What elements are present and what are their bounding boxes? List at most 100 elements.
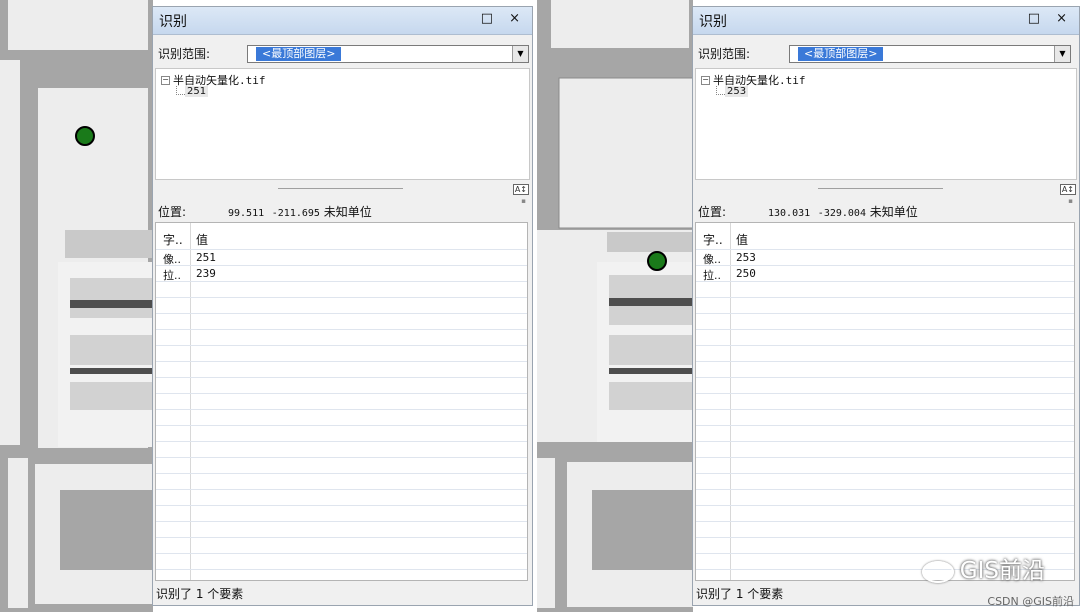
map-canvas-left[interactable]	[0, 0, 153, 612]
table-row[interactable]: 像.. 251	[156, 250, 527, 266]
empty-row	[156, 554, 527, 570]
window-title: 识别	[159, 14, 187, 30]
row-field: 拉..	[163, 269, 181, 282]
identify-window: 识别 □ × 识别范围: <最顶部图层> ▼ − 半自动矢量化.tif 251 A…	[152, 6, 533, 606]
location-label: 位置:	[698, 205, 727, 219]
empty-row	[156, 506, 527, 522]
location-y: -329.004	[817, 208, 866, 219]
empty-row	[696, 410, 1074, 426]
window-controls[interactable]: □ ×	[481, 11, 526, 26]
empty-row	[156, 490, 527, 506]
empty-row	[696, 490, 1074, 506]
result-tree[interactable]: − 半自动矢量化.tif 253	[695, 68, 1077, 180]
column-header-field[interactable]: 字..	[163, 231, 183, 248]
location-label: 位置:	[158, 205, 187, 219]
empty-row	[156, 538, 527, 554]
empty-row	[156, 346, 527, 362]
sort-icon[interactable]: A↕	[1059, 184, 1076, 195]
right-screenshot: 识别 □ × 识别范围: <最顶部图层> ▼ − 半自动矢量化.tif 253 A…	[537, 0, 1080, 616]
watermark-text: GIS前沿	[959, 558, 1045, 584]
row-field: 拉..	[703, 269, 721, 282]
row-value: 250	[736, 267, 756, 280]
empty-row	[696, 426, 1074, 442]
location-y: -211.695	[271, 208, 320, 219]
panel-splitter[interactable]: A↕	[153, 182, 532, 196]
empty-row	[696, 330, 1074, 346]
status-text: 识别了 1 个要素	[156, 587, 244, 601]
minus-box-icon[interactable]: −	[161, 76, 170, 85]
tree-connector	[716, 86, 725, 95]
result-tree[interactable]: − 半自动矢量化.tif 251	[155, 68, 530, 180]
empty-row	[696, 362, 1074, 378]
column-header-field[interactable]: 字..	[703, 231, 723, 248]
location-dropdown-marker[interactable]: ▪	[521, 197, 526, 205]
panel-splitter[interactable]: A↕	[693, 182, 1079, 196]
wechat-icon	[921, 560, 954, 583]
empty-row	[156, 362, 527, 378]
empty-row	[156, 298, 527, 314]
empty-row	[696, 506, 1074, 522]
window-title: 识别	[699, 14, 727, 30]
identify-scope-dropdown[interactable]: <最顶部图层> ▼	[247, 45, 529, 63]
attribute-grid[interactable]: 字.. 值 像.. 253 拉.. 250	[695, 222, 1075, 581]
empty-row	[156, 458, 527, 474]
location-dropdown-marker[interactable]: ▪	[1068, 197, 1073, 205]
empty-row	[696, 378, 1074, 394]
title-bar[interactable]: 识别 □ ×	[153, 7, 532, 35]
map-canvas-right[interactable]	[537, 0, 693, 612]
row-field: 像..	[163, 253, 181, 266]
empty-row	[156, 410, 527, 426]
empty-row	[156, 394, 527, 410]
splitter-grip[interactable]	[818, 188, 943, 189]
left-screenshot: 识别 □ × 识别范围: <最顶部图层> ▼ − 半自动矢量化.tif 251 A…	[0, 0, 533, 616]
column-header-value[interactable]: 值	[736, 231, 748, 248]
attribute-grid[interactable]: 字.. 值 像.. 251 拉.. 239	[155, 222, 528, 581]
identify-scope-label: 识别范围:	[698, 47, 751, 61]
table-row[interactable]: 拉.. 239	[156, 266, 527, 282]
grid-header: 字.. 值	[696, 223, 1074, 250]
watermark-sub: CSDN @GIS前沿	[987, 595, 1074, 608]
table-row[interactable]: 像.. 253	[696, 250, 1074, 266]
minus-box-icon[interactable]: −	[701, 76, 710, 85]
empty-row	[156, 314, 527, 330]
row-field: 像..	[703, 253, 721, 266]
status-text: 识别了 1 个要素	[696, 587, 784, 601]
location-unit: 未知单位	[869, 205, 918, 219]
identify-scope-dropdown[interactable]: <最顶部图层> ▼	[789, 45, 1071, 63]
empty-row	[696, 346, 1074, 362]
location-unit: 未知单位	[323, 205, 372, 219]
chevron-down-icon[interactable]: ▼	[1054, 46, 1070, 62]
column-header-value[interactable]: 值	[196, 231, 208, 248]
identify-point-marker	[647, 251, 667, 271]
identify-scope-value: <最顶部图层>	[256, 47, 342, 61]
empty-row	[156, 282, 527, 298]
identify-scope-label: 识别范围:	[158, 47, 211, 61]
row-value: 251	[196, 251, 216, 264]
location-value: 99.511 -211.695 未知单位	[228, 203, 518, 223]
title-bar[interactable]: 识别 □ ×	[693, 7, 1079, 35]
location-value: 130.031 -329.004 未知单位	[768, 203, 1058, 223]
tree-leaf-value[interactable]: 253	[725, 86, 749, 97]
empty-row	[696, 282, 1074, 298]
sort-icon[interactable]: A↕	[512, 184, 529, 195]
grid-header: 字.. 值	[156, 223, 527, 250]
tree-connector	[176, 86, 185, 95]
chevron-down-icon[interactable]: ▼	[512, 46, 528, 62]
empty-row	[696, 522, 1074, 538]
splitter-grip[interactable]	[278, 188, 403, 189]
empty-row	[156, 522, 527, 538]
table-row[interactable]: 拉.. 250	[696, 266, 1074, 282]
empty-row	[156, 378, 527, 394]
location-x: 130.031	[768, 208, 811, 219]
identify-scope-value: <最顶部图层>	[798, 47, 884, 61]
empty-row	[696, 442, 1074, 458]
empty-row	[696, 298, 1074, 314]
empty-row	[696, 458, 1074, 474]
location-x: 99.511	[228, 208, 265, 219]
window-controls[interactable]: □ ×	[1028, 11, 1073, 26]
identify-window: 识别 □ × 识别范围: <最顶部图层> ▼ − 半自动矢量化.tif 253 A…	[692, 6, 1080, 606]
empty-row	[696, 314, 1074, 330]
empty-row	[156, 442, 527, 458]
tree-leaf-value[interactable]: 251	[185, 86, 209, 97]
empty-row	[696, 474, 1074, 490]
